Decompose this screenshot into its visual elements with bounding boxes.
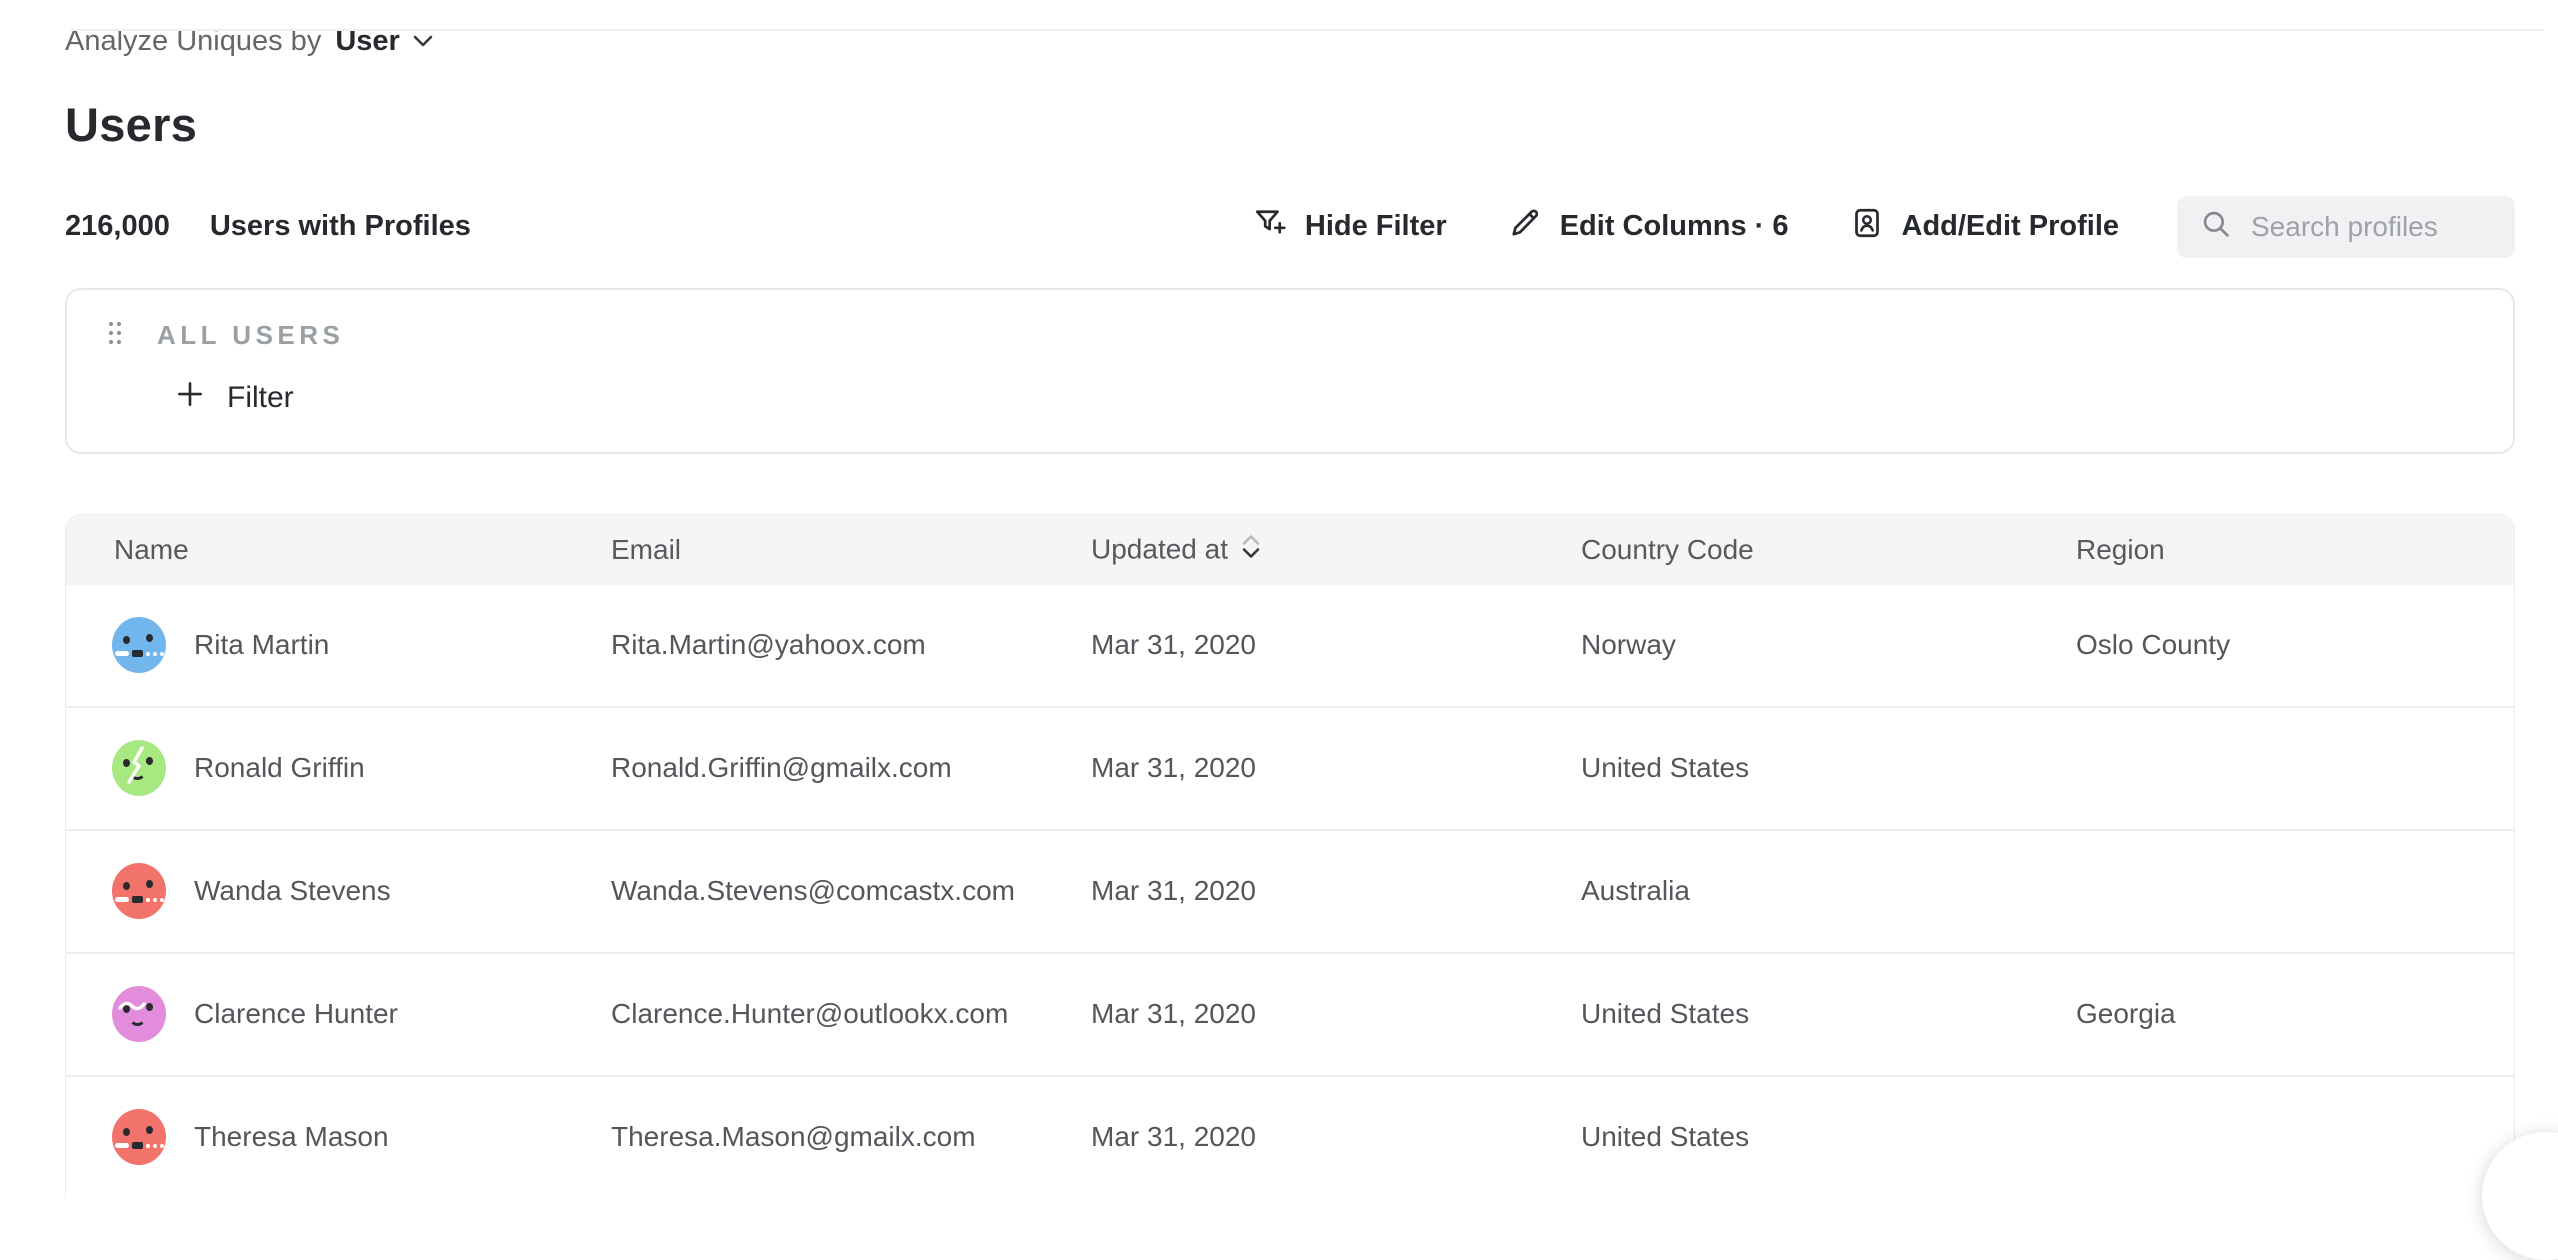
avatar-mouth (115, 896, 164, 903)
column-header-region[interactable]: Region (2076, 534, 2165, 566)
cell-name: Theresa Mason (194, 1121, 389, 1153)
profile-count-label: Users with Profiles (210, 210, 471, 243)
cell-email: Theresa.Mason@gmailx.com (611, 1121, 976, 1153)
cell-name: Wanda Stevens (194, 875, 391, 907)
cell-updated-at: Mar 31, 2020 (1091, 1121, 1256, 1153)
cell-email: Wanda.Stevens@comcastx.com (611, 875, 1015, 907)
avatar (112, 863, 166, 919)
edit-columns-label: Edit Columns · 6 (1560, 210, 1789, 243)
sort-asc-desc-icon[interactable] (1240, 531, 1262, 568)
hide-filter-button[interactable]: Hide Filter (1252, 205, 1447, 249)
top-card-hairline (70, 29, 2544, 31)
cell-email: Ronald.Griffin@gmailx.com (611, 752, 952, 784)
edit-columns-button[interactable]: Edit Columns · 6 (1507, 205, 1789, 249)
funnel-plus-icon (1252, 205, 1288, 249)
column-header-updated-at[interactable]: Updated at (1091, 531, 1262, 568)
column-header-label: Name (114, 534, 189, 566)
column-header-email[interactable]: Email (611, 534, 681, 566)
profile-count-summary: 216,000 Users with Profiles (65, 210, 471, 243)
users-page: Analyze Uniques by User Users 216,000 Us… (0, 24, 2558, 1198)
add-edit-profile-button[interactable]: Add/Edit Profile (1849, 205, 2120, 249)
search-profiles-input[interactable] (2249, 210, 2501, 244)
avatar-mouth (115, 1142, 164, 1149)
cell-updated-at: Mar 31, 2020 (1091, 629, 1256, 661)
add-filter-label: Filter (227, 381, 294, 415)
avatar-eye (123, 882, 130, 890)
cell-name: Ronald Griffin (194, 752, 365, 784)
hide-filter-label: Hide Filter (1305, 210, 1447, 243)
column-header-label: Email (611, 534, 681, 566)
column-header-name[interactable]: Name (114, 534, 189, 566)
toolbar: 216,000 Users with Profiles Hide Filter … (65, 196, 2515, 258)
cell-updated-at: Mar 31, 2020 (1091, 998, 1256, 1030)
search-icon (2199, 207, 2233, 246)
drag-handle-icon[interactable] (107, 320, 123, 351)
column-header-country-code[interactable]: Country Code (1581, 534, 1754, 566)
filter-group-header: ALL USERS (107, 320, 2513, 351)
cell-country-code: Norway (1581, 629, 1676, 661)
users-table: Name Email Updated at Country Code Region Ri… (65, 514, 2515, 1198)
filter-card: ALL USERS Filter (65, 288, 2515, 454)
cell-region: Oslo County (2076, 629, 2230, 661)
cell-updated-at: Mar 31, 2020 (1091, 752, 1256, 784)
avatar-eye (146, 880, 153, 888)
avatar-mouth (115, 650, 164, 657)
page-title: Users (65, 97, 2515, 152)
cell-name: Rita Martin (194, 629, 329, 661)
table-row[interactable]: Ronald Griffin Ronald.Griffin@gmailx.com… (66, 708, 2514, 831)
table-header-row: Name Email Updated at Country Code Region (66, 515, 2514, 585)
table-row[interactable]: Rita Martin Rita.Martin@yahoox.com Mar 3… (66, 585, 2514, 708)
column-header-label: Country Code (1581, 534, 1754, 566)
add-edit-profile-label: Add/Edit Profile (1902, 210, 2120, 243)
cell-region: Georgia (2076, 998, 2176, 1030)
cell-name: Clarence Hunter (194, 998, 398, 1030)
search-profiles-box[interactable] (2177, 196, 2515, 258)
profile-card-icon (1849, 205, 1885, 249)
filter-group-label: ALL USERS (157, 320, 344, 351)
cell-email: Rita.Martin@yahoox.com (611, 629, 926, 661)
table-row[interactable]: Wanda Stevens Wanda.Stevens@comcastx.com… (66, 831, 2514, 954)
cell-country-code: United States (1581, 998, 1749, 1030)
avatar-eye (123, 636, 130, 644)
cell-email: Clarence.Hunter@outlookx.com (611, 998, 1008, 1030)
table-row[interactable]: Theresa Mason Theresa.Mason@gmailx.com M… (66, 1077, 2514, 1198)
plus-icon (175, 379, 205, 417)
avatar (112, 1109, 166, 1165)
avatar-squiggle (112, 986, 166, 1047)
avatar (112, 740, 166, 796)
avatar-eye (146, 1126, 153, 1134)
column-header-label: Region (2076, 534, 2165, 566)
cell-updated-at: Mar 31, 2020 (1091, 875, 1256, 907)
table-row[interactable]: Clarence Hunter Clarence.Hunter@outlookx… (66, 954, 2514, 1077)
avatar-eye (123, 1128, 130, 1136)
avatar-squiggle (112, 740, 166, 801)
avatar (112, 986, 166, 1042)
table-body: Rita Martin Rita.Martin@yahoox.com Mar 3… (66, 585, 2514, 1198)
avatar-eye (146, 634, 153, 642)
column-header-label: Updated at (1091, 534, 1228, 566)
chevron-down-icon (412, 34, 434, 48)
cell-country-code: Australia (1581, 875, 1690, 907)
avatar (112, 617, 166, 673)
cell-country-code: United States (1581, 1121, 1749, 1153)
profile-count: 216,000 (65, 210, 170, 243)
add-filter-button[interactable]: Filter (175, 379, 2513, 417)
cell-country-code: United States (1581, 752, 1749, 784)
pencil-icon (1507, 205, 1543, 249)
